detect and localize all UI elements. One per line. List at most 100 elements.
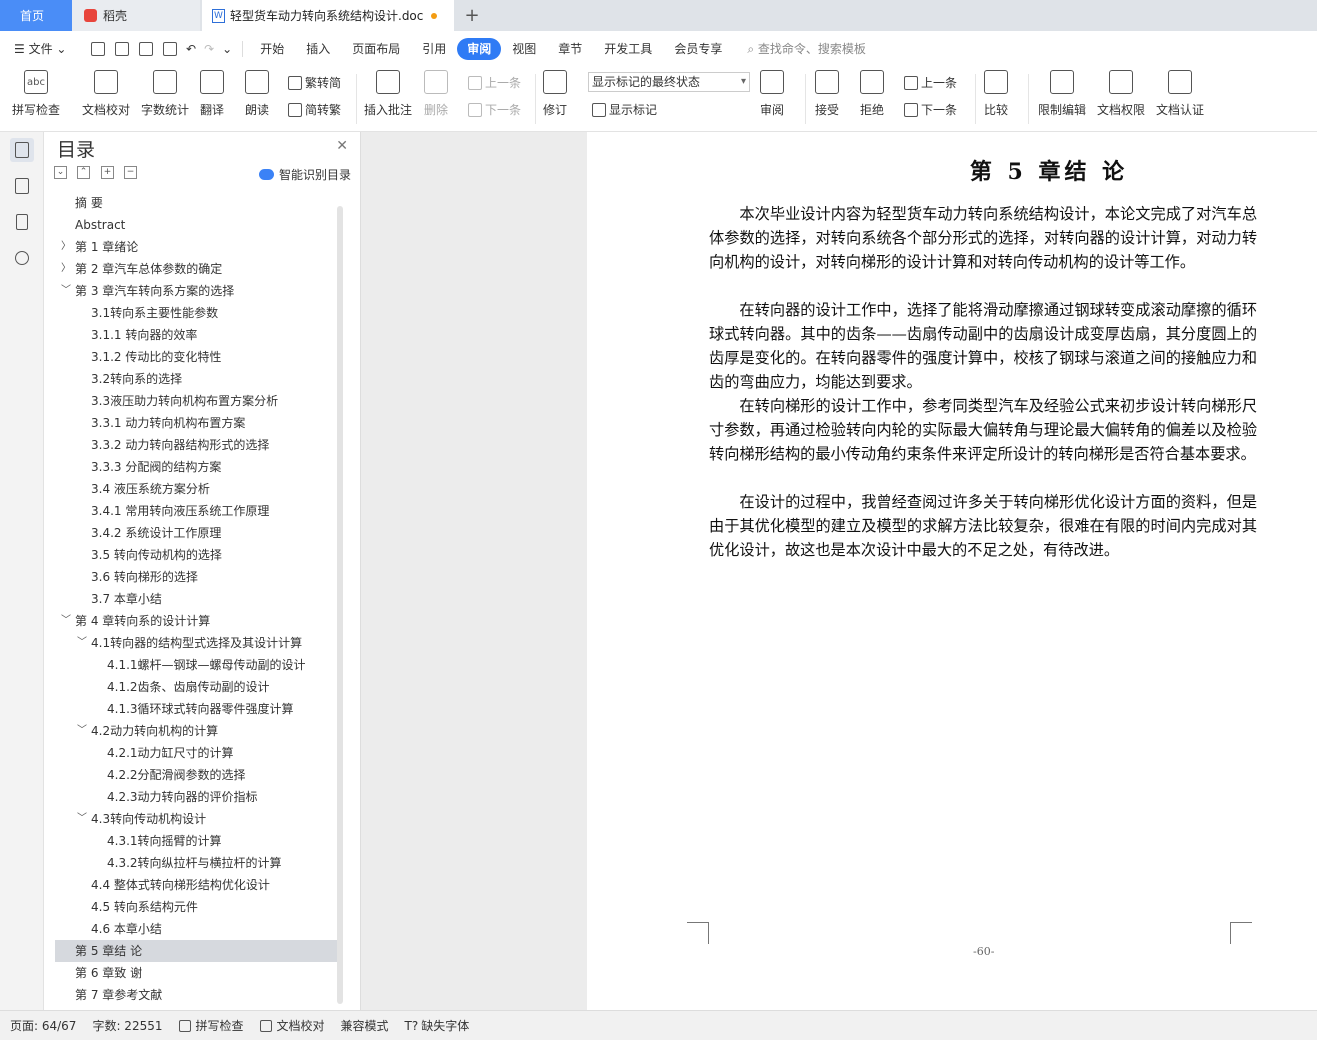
spellcheck-button[interactable]: abc 拼写检查 [12, 70, 60, 118]
next-change-button[interactable]: 下一条 [904, 101, 957, 118]
chevron-down-icon[interactable]: ﹀ [61, 280, 71, 302]
toc-item[interactable]: 4.3.1转向摇臂的计算 [55, 830, 338, 852]
prev-comment-button[interactable]: 上一条 [468, 74, 521, 91]
toc-item[interactable]: 第 6 章致 谢 [55, 962, 338, 984]
chevron-down-icon[interactable]: ﹀ [77, 632, 87, 654]
insert-comment-button[interactable]: 插入批注 [364, 70, 412, 118]
toc-item[interactable]: ﹀ 4.2动力转向机构的计算 [55, 720, 338, 742]
preview-icon[interactable] [163, 41, 177, 56]
toc-item[interactable]: 3.4.2 系统设计工作原理 [55, 522, 338, 544]
command-search[interactable]: ⌕ 查找命令、搜索模板 [733, 40, 866, 57]
menu-layout[interactable]: 页面布局 [341, 38, 411, 60]
smart-toc-button[interactable]: 智能识别目录 [259, 166, 351, 183]
toc-item[interactable]: 4.1.3循环球式转向器零件强度计算 [55, 698, 338, 720]
toc-item[interactable]: 第 7 章参考文献 [55, 984, 338, 1006]
save-icon[interactable] [91, 41, 105, 56]
toc-item[interactable]: 3.4.1 常用转向液压系统工作原理 [55, 500, 338, 522]
toc-item[interactable]: 摘 要 [55, 192, 338, 214]
word-count[interactable]: 字数: 22551 [82, 1017, 168, 1034]
undo-icon[interactable]: ↶ [182, 38, 200, 60]
toc-nav-button[interactable] [10, 138, 34, 162]
proofread-button[interactable]: 文档校对 [82, 70, 130, 118]
toc-item[interactable]: 3.3.3 分配阀的结构方案 [55, 456, 338, 478]
export-icon[interactable] [115, 41, 129, 56]
toc-item[interactable]: 3.7 本章小结 [55, 588, 338, 610]
compare-button[interactable]: 比较 [984, 70, 1008, 118]
prev-change-button[interactable]: 上一条 [904, 74, 957, 91]
toc-item[interactable]: 3.1.1 转向器的效率 [55, 324, 338, 346]
translate-button[interactable]: 翻译 [200, 70, 224, 118]
toc-item[interactable]: 〉第 2 章汽车总体参数的确定 [55, 258, 338, 280]
status-proofread[interactable]: 文档校对 [250, 1017, 331, 1034]
search-nav-button[interactable] [10, 246, 34, 270]
toc-item[interactable]: 4.2.1动力缸尺寸的计算 [55, 742, 338, 764]
toc-item[interactable]: 3.4 液压系统方案分析 [55, 478, 338, 500]
print-icon[interactable] [139, 41, 153, 56]
new-tab-button[interactable]: + [460, 0, 484, 31]
chevron-down-icon[interactable]: ﹀ [77, 720, 87, 742]
tab-daoke[interactable]: 稻壳 [72, 0, 200, 31]
compat-mode[interactable]: 兼容模式 [331, 1017, 395, 1034]
doc-rights-button[interactable]: 文档权限 [1097, 70, 1145, 118]
toc-item[interactable]: 4.3.2转向纵拉杆与横拉杆的计算 [55, 852, 338, 874]
toc-item[interactable]: 3.2转向系的选择 [55, 368, 338, 390]
track-changes-button[interactable]: 修订 [543, 70, 567, 118]
trad-to-simp-button[interactable]: 繁转简 [288, 74, 341, 91]
show-markup-button[interactable]: 显示标记 [592, 101, 657, 118]
toc-item[interactable]: 4.2.2分配滑阀参数的选择 [55, 764, 338, 786]
toc-item[interactable]: 4.5 转向系结构元件 [55, 896, 338, 918]
toc-item[interactable]: 4.1.2齿条、齿扇传动副的设计 [55, 676, 338, 698]
status-spellcheck[interactable]: 拼写检查 [169, 1017, 250, 1034]
toc-item[interactable]: ﹀ 4.1转向器的结构型式选择及其设计计算 [55, 632, 338, 654]
menu-view[interactable]: 视图 [501, 38, 547, 60]
accept-button[interactable]: 接受 [815, 70, 839, 118]
toc-item[interactable]: 第 5 章结 论 [55, 940, 338, 962]
tab-home[interactable]: 首页 [0, 0, 72, 31]
chevron-down-icon[interactable]: ﹀ [61, 610, 71, 632]
toc-item[interactable]: ﹀ 第 4 章转向系的设计计算 [55, 610, 338, 632]
toc-item[interactable]: 4.1.1螺杆—钢球—螺母传动副的设计 [55, 654, 338, 676]
add-heading-icon[interactable]: + [101, 166, 114, 179]
menu-devtools[interactable]: 开发工具 [593, 38, 663, 60]
toc-item[interactable]: ﹀ 第 3 章汽车转向系方案的选择 [55, 280, 338, 302]
toc-item[interactable]: 〉第 1 章绪论 [55, 236, 338, 258]
file-menu[interactable]: ☰ 文件 ⌄ [0, 38, 86, 60]
toc-scrollbar[interactable] [337, 206, 343, 1004]
reject-button[interactable]: 拒绝 [860, 70, 884, 118]
toc-item[interactable]: 4.2.3动力转向器的评价指标 [55, 786, 338, 808]
toc-item[interactable]: 3.3.1 动力转向机构布置方案 [55, 412, 338, 434]
toc-item[interactable]: 3.6 转向梯形的选择 [55, 566, 338, 588]
chevron-right-icon[interactable]: 〉 [61, 258, 71, 280]
restrict-edit-button[interactable]: 限制编辑 [1038, 70, 1086, 118]
chevron-down-icon[interactable]: ﹀ [77, 808, 87, 830]
toc-item[interactable]: 3.1.2 传动比的变化特性 [55, 346, 338, 368]
simp-to-trad-button[interactable]: 简转繁 [288, 101, 341, 118]
toc-item[interactable]: 3.3液压助力转向机构布置方案分析 [55, 390, 338, 412]
review-pane-button[interactable]: 审阅 [760, 70, 784, 118]
markup-state-select[interactable]: 显示标记的最终状态 [588, 72, 750, 92]
page-count[interactable]: 页面: 64/67 [0, 1017, 82, 1034]
menu-member[interactable]: 会员专享 [663, 38, 733, 60]
doc-cert-button[interactable]: 文档认证 [1156, 70, 1204, 118]
delete-comment-button[interactable]: 删除 [424, 70, 448, 118]
collapse-all-icon[interactable]: ⌃ [77, 166, 90, 179]
toc-item[interactable]: Abstract [55, 214, 338, 236]
menu-reference[interactable]: 引用 [411, 38, 457, 60]
missing-font[interactable]: T? 缺失字体 [395, 1017, 476, 1034]
expand-all-icon[interactable]: ⌄ [54, 166, 67, 179]
menu-insert[interactable]: 插入 [295, 38, 341, 60]
toc-item[interactable]: 4.4 整体式转向梯形结构优化设计 [55, 874, 338, 896]
toc-item[interactable]: 4.6 本章小结 [55, 918, 338, 940]
menu-chapter[interactable]: 章节 [547, 38, 593, 60]
bookmark-nav-button[interactable] [10, 210, 34, 234]
toc-item[interactable]: 3.3.2 动力转向器结构形式的选择 [55, 434, 338, 456]
toc-item[interactable]: 3.5 转向传动机构的选择 [55, 544, 338, 566]
read-aloud-button[interactable]: 朗读 [245, 70, 269, 118]
quick-access-dropdown-icon[interactable]: ⌄ [218, 38, 236, 60]
chapter-nav-button[interactable] [10, 174, 34, 198]
menu-start[interactable]: 开始 [249, 38, 295, 60]
tab-document[interactable]: W 轻型货车动力转向系统结构设计.doc [202, 0, 454, 31]
menu-review[interactable]: 审阅 [457, 37, 502, 60]
close-icon[interactable]: ✕ [336, 138, 348, 154]
toc-item[interactable]: ﹀ 4.3转向传动机构设计 [55, 808, 338, 830]
